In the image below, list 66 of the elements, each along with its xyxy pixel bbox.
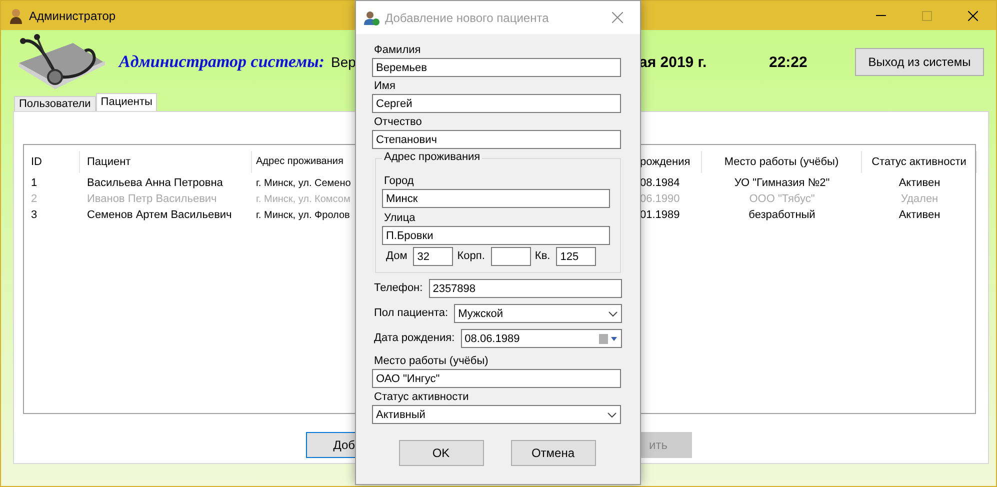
table-cell-text: г. Минск, ул. Фролов <box>255 210 351 220</box>
text-field[interactable]: 32 <box>413 247 454 266</box>
table-cell-text: Активен <box>898 209 942 221</box>
user-add-icon <box>364 10 380 26</box>
table-cell-text: Иванов Петр Васильевич <box>86 193 218 205</box>
table-cell-text: Семенов Артем Васильевич <box>86 209 233 221</box>
calendar-dropdown-icon <box>598 334 618 344</box>
time-label: 22:22 <box>769 54 808 70</box>
table-cell-text: Васильева Анна Петровна <box>86 177 224 189</box>
field-label: Имя <box>373 79 396 94</box>
action-button[interactable]: Доб <box>306 432 357 458</box>
user-icon <box>9 8 23 24</box>
chevron-down-icon <box>608 310 618 316</box>
window-title: Администратор <box>29 8 116 22</box>
dropdown[interactable]: Мужской <box>454 304 622 323</box>
dialog-button[interactable]: OK <box>398 440 484 466</box>
table-cell-text: 08.1984 <box>640 177 681 189</box>
text-field[interactable]: П.Бровки <box>382 226 610 245</box>
chevron-down-icon <box>607 412 617 418</box>
user-name: Вер <box>331 54 356 70</box>
field-label: Улица <box>383 212 416 224</box>
table-cell-text: 1 <box>30 177 38 189</box>
text-field[interactable]: Минск <box>382 189 610 208</box>
field-label: Фамилия <box>373 43 422 58</box>
field-label: Дата рождения: <box>373 331 455 346</box>
close-icon[interactable] <box>968 10 978 20</box>
date-picker[interactable]: 08.06.1989 <box>460 329 622 348</box>
dropdown[interactable]: Активный <box>372 405 621 424</box>
table-cell-text: 06.1990 <box>640 193 681 205</box>
field-label: Дом <box>385 249 408 264</box>
field-label: Телефон: <box>373 281 423 296</box>
field-label: Пол пациента: <box>373 306 448 321</box>
column-header[interactable]: ID <box>24 151 80 173</box>
table-cell-text: г. Минск, ул. Комсом <box>255 194 352 204</box>
text-field[interactable]: Степанович <box>372 130 621 149</box>
column-header[interactable]: Место работы (учёбы) <box>702 151 862 173</box>
tab[interactable]: Пациенты <box>96 93 158 111</box>
table-cell-text: УО "Гимназия №2" <box>733 177 831 189</box>
heading: Администратор системы: <box>119 52 326 72</box>
column-header[interactable]: Статус активности <box>862 151 977 173</box>
table-cell-text: 2 <box>30 193 38 205</box>
dialog-button[interactable]: Отмена <box>510 440 596 466</box>
field-label: Корп. <box>456 249 486 264</box>
table-cell-text: безработный <box>748 209 816 221</box>
table-cell-text: 3 <box>30 209 38 221</box>
field-label: Город <box>383 175 414 187</box>
column-header[interactable]: Пациент <box>80 151 252 173</box>
text-field[interactable]: 2357898 <box>428 279 622 298</box>
logout-button[interactable]: Выход из системы <box>855 48 984 76</box>
text-field[interactable]: Сергей <box>372 94 621 113</box>
tab[interactable]: Пользователи <box>14 96 96 111</box>
table-cell-text: Активен <box>898 177 942 189</box>
field-label: Кв. <box>534 249 552 264</box>
group-label: Адрес проживания <box>382 151 482 163</box>
field-label: Статус активности <box>373 390 470 405</box>
text-field[interactable]: ОАО "Ингус" <box>372 369 621 388</box>
field-label: Место работы (учёбы) <box>373 354 490 369</box>
table-cell-text: Удален <box>900 193 940 205</box>
text-field[interactable]: Веремьев <box>372 58 621 77</box>
dialog-title: Добавление нового пациента <box>385 10 550 24</box>
text-field[interactable] <box>490 247 531 266</box>
field-label: Отчество <box>373 115 423 130</box>
table-cell-text: г. Минск, ул. Семено <box>255 178 352 188</box>
table-cell-text: 01.1989 <box>640 209 681 221</box>
text-field[interactable]: 125 <box>556 247 596 266</box>
table-cell-text: ООО "Тябус" <box>748 193 816 205</box>
